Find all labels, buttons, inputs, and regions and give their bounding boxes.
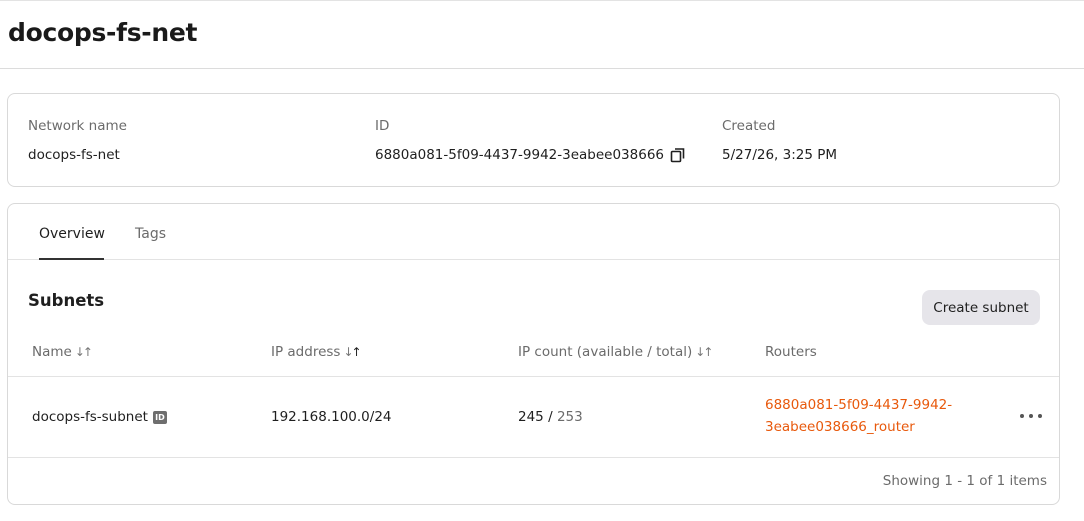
tab-tags[interactable]: Tags bbox=[135, 226, 166, 242]
column-header-ip-count[interactable]: IP count (available / total) ↓↑ bbox=[518, 344, 713, 360]
column-header-name[interactable]: Name ↓↑ bbox=[32, 344, 93, 360]
subnet-name: docops-fs-subnet bbox=[32, 409, 148, 425]
ip-count-separator: / bbox=[548, 409, 553, 425]
column-header-routers: Routers bbox=[765, 344, 817, 360]
subnets-title: Subnets bbox=[28, 291, 105, 310]
subnet-ip-count: 245 / 253 bbox=[518, 409, 583, 425]
id-value: 6880a081-5f09-4437-9942-3eabee038666 bbox=[375, 147, 664, 163]
created-label: Created bbox=[722, 118, 776, 134]
network-name-label: Network name bbox=[28, 118, 127, 134]
id-label: ID bbox=[375, 118, 390, 134]
copy-icon[interactable] bbox=[670, 147, 686, 163]
sort-icon: ↓↑ bbox=[343, 345, 361, 359]
tab-overview[interactable]: Overview bbox=[39, 226, 105, 242]
subnet-ip-address: 192.168.100.0/24 bbox=[271, 409, 392, 425]
table-divider bbox=[8, 457, 1059, 458]
ip-available: 245 bbox=[518, 409, 544, 425]
page-title: docops-fs-net bbox=[8, 18, 198, 47]
table-divider bbox=[8, 376, 1059, 377]
network-name-value: docops-fs-net bbox=[28, 147, 120, 163]
table-row-name: docops-fs-subnet ID bbox=[32, 409, 167, 425]
header-divider bbox=[0, 68, 1084, 69]
pagination-summary: Showing 1 - 1 of 1 items bbox=[882, 473, 1047, 489]
more-actions-icon[interactable] bbox=[1020, 407, 1042, 425]
id-badge-icon[interactable]: ID bbox=[152, 410, 167, 424]
column-header-ip[interactable]: IP address ↓↑ bbox=[271, 344, 362, 360]
active-tab-indicator bbox=[39, 258, 104, 260]
top-border bbox=[0, 0, 1084, 1]
sort-icon: ↓↑ bbox=[74, 345, 93, 359]
tab-bar: Overview Tags bbox=[8, 204, 1059, 260]
ip-total: 253 bbox=[556, 409, 583, 425]
sort-icon: ↓↑ bbox=[695, 345, 713, 359]
create-subnet-button[interactable]: Create subnet bbox=[922, 290, 1040, 325]
id-value-group: 6880a081-5f09-4437-9942-3eabee038666 bbox=[375, 147, 686, 163]
router-link[interactable]: 6880a081-5f09-4437-9942-3eabee038666_rou… bbox=[765, 394, 965, 438]
subnets-card: Overview Tags Subnets Create subnet Name… bbox=[7, 203, 1060, 505]
network-details-card: Network name docops-fs-net ID 6880a081-5… bbox=[7, 93, 1060, 187]
created-value: 5/27/26, 3:25 PM bbox=[722, 147, 838, 163]
